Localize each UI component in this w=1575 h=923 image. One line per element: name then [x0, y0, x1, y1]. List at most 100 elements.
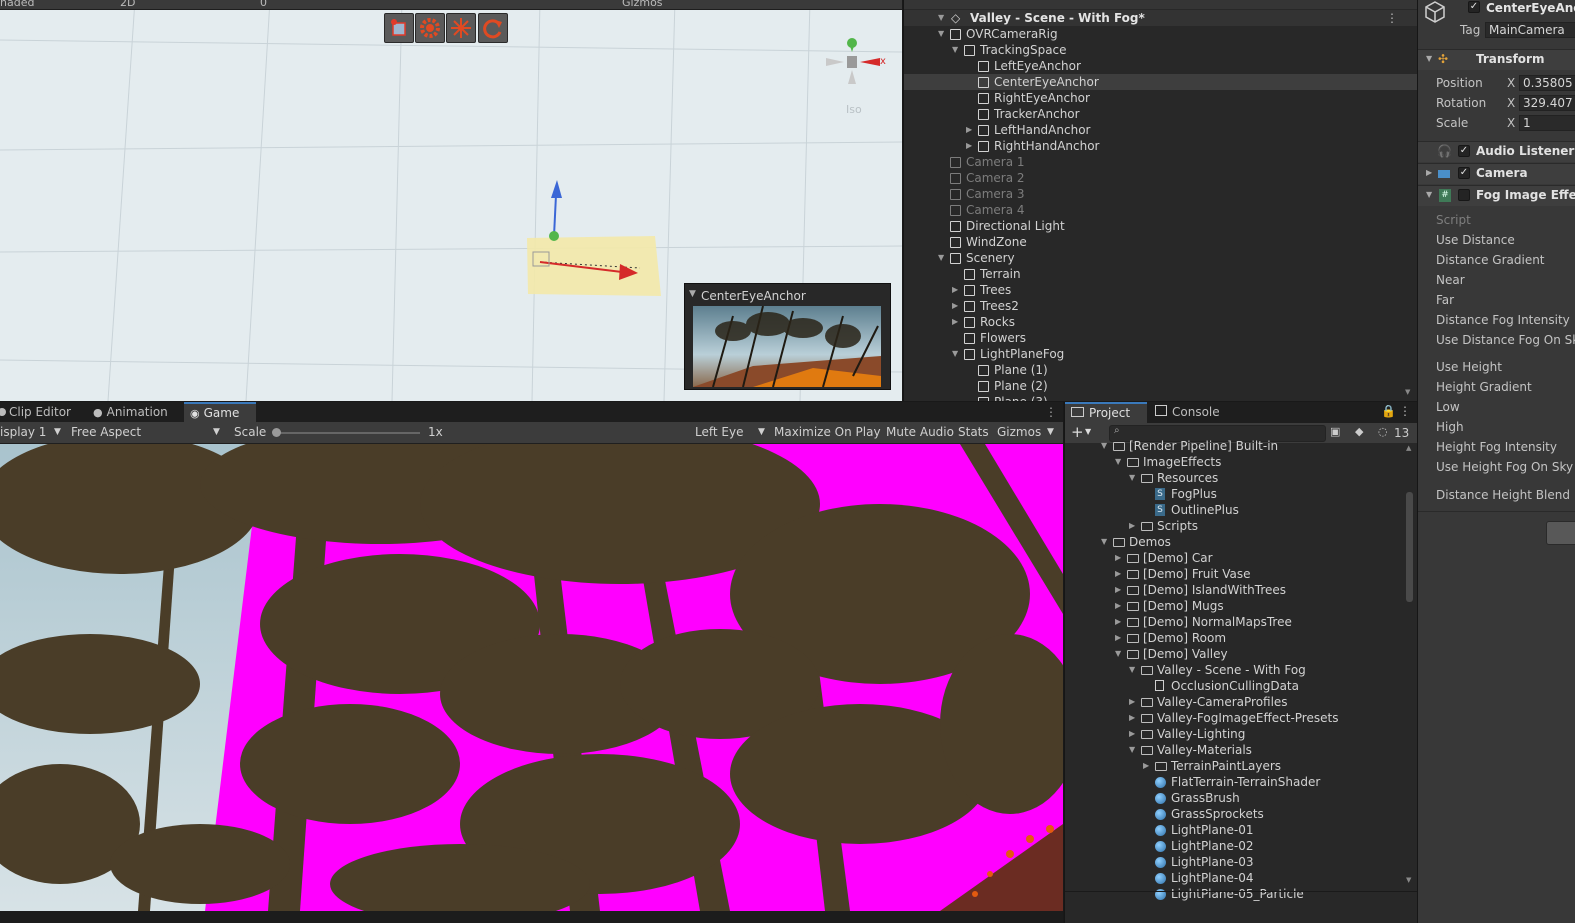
expand-arrow-icon[interactable]: ▶	[1129, 726, 1135, 742]
gizmos-dropdown[interactable]: Gizmos	[997, 425, 1041, 439]
chevron-down-icon[interactable]: ▼	[689, 289, 696, 299]
panel-menu-icon[interactable]: ⋮	[1399, 404, 1411, 418]
audio-listener-checkbox[interactable]: ✓	[1458, 145, 1470, 157]
expand-arrow-icon[interactable]: ▶	[1115, 566, 1121, 582]
collapse-arrow-icon[interactable]: ▼	[938, 250, 944, 266]
scene-view[interactable]: naded 2D 0 Gizmos x Iso ▼ CenterEyeAncho…	[0, 0, 902, 401]
expand-arrow-icon[interactable]: ▶	[1115, 598, 1121, 614]
collapse-arrow-icon[interactable]: ▼	[1115, 454, 1121, 470]
collapse-arrow-icon[interactable]: ▼	[952, 42, 958, 58]
expand-arrow-icon[interactable]: ▶	[1143, 758, 1149, 774]
hierarchy-item[interactable]: ▶ Rocks	[904, 314, 1417, 330]
scene-menu-icon[interactable]: ⋮	[1386, 10, 1398, 26]
scale-x-field[interactable]: 1	[1519, 115, 1575, 131]
aspect-dropdown[interactable]: Free Aspect	[71, 425, 141, 439]
hierarchy-item[interactable]: Camera 4	[904, 202, 1417, 218]
rotation-x-field[interactable]: 329.407	[1519, 95, 1575, 111]
label-tag-icon[interactable]: ◆	[1355, 425, 1363, 438]
collapse-arrow-icon[interactable]: ▼	[952, 346, 958, 362]
scroll-up-icon[interactable]: ▲	[1406, 444, 1411, 452]
expand-arrow-icon[interactable]: ▼	[938, 10, 944, 26]
hierarchy-item[interactable]: ▼ TrackingSpace	[904, 42, 1417, 58]
project-item[interactable]: ▼ ImageEffects	[1065, 454, 1405, 470]
expand-arrow-icon[interactable]: ▶	[1115, 550, 1121, 566]
tab-game[interactable]: ◉ Game	[184, 402, 256, 423]
project-item[interactable]: LightPlane-05_Particle	[1065, 886, 1405, 902]
project-item[interactable]: ▶ Scripts	[1065, 518, 1405, 534]
project-item[interactable]: ▶ [Demo] Mugs	[1065, 598, 1405, 614]
project-item[interactable]: ▼ [Demo] Valley	[1065, 646, 1405, 662]
scroll-down-icon[interactable]: ▼	[1405, 388, 1410, 396]
hierarchy-item[interactable]: Terrain	[904, 266, 1417, 282]
collapse-arrow-icon[interactable]: ▼	[1101, 534, 1107, 550]
project-item[interactable]: ▶ [Demo] NormalMapsTree	[1065, 614, 1405, 630]
collapse-arrow-icon[interactable]: ▼	[1115, 646, 1121, 662]
hierarchy-item[interactable]: RightEyeAnchor	[904, 90, 1417, 106]
fog-effect-checkbox[interactable]	[1458, 189, 1470, 201]
tab-project[interactable]: Project	[1065, 402, 1147, 423]
project-item[interactable]: ▼ [Render Pipeline] Built-in	[1065, 438, 1405, 454]
collapse-arrow-icon[interactable]: ▼	[1129, 742, 1135, 758]
rect-tool-button[interactable]	[384, 13, 414, 43]
project-item[interactable]: ▶ [Demo] Car	[1065, 550, 1405, 566]
expand-arrow-icon[interactable]: ▶	[1129, 694, 1135, 710]
project-item[interactable]: ▶ Valley-Lighting	[1065, 726, 1405, 742]
orientation-gizmo[interactable]: x	[822, 30, 898, 90]
gizmos-dropdown[interactable]: Gizmos	[622, 0, 663, 9]
expand-arrow-icon[interactable]: ▶	[952, 314, 958, 330]
hierarchy-item[interactable]: ▶ RightHandAnchor	[904, 138, 1417, 154]
collapse-arrow-icon[interactable]: ▼	[1426, 54, 1432, 63]
mute-audio-toggle[interactable]: Mute Audio	[886, 425, 954, 439]
project-item[interactable]: ▶ Valley-CameraProfiles	[1065, 694, 1405, 710]
hierarchy-item[interactable]: ▼ LightPlaneFog	[904, 346, 1417, 362]
scroll-down-icon[interactable]: ▼	[1406, 876, 1411, 884]
hierarchy-item[interactable]: ▼ Scenery	[904, 250, 1417, 266]
shading-mode-dropdown[interactable]: naded	[0, 0, 34, 9]
audio-listener-header[interactable]: 🎧 ✓ Audio Listener	[1418, 141, 1575, 162]
project-scrollbar[interactable]: ▲ ▼	[1405, 444, 1415, 884]
tab-animation[interactable]: ● Animation	[93, 402, 168, 423]
game-view[interactable]	[0, 444, 1063, 911]
project-item[interactable]: GrassSprockets	[1065, 806, 1405, 822]
project-item[interactable]: OcclusionCullingData	[1065, 678, 1405, 694]
hierarchy-item[interactable]: Plane (3)	[904, 394, 1417, 401]
hidden-eye-icon[interactable]: ◌	[1378, 425, 1388, 438]
tab-clip-editor[interactable]: Clip Editor	[0, 402, 71, 423]
project-item[interactable]: FlatTerrain-TerrainShader	[1065, 774, 1405, 790]
expand-arrow-icon[interactable]: ▶	[966, 138, 972, 154]
eye-dropdown[interactable]: Left Eye	[695, 425, 743, 439]
project-item[interactable]: GrassBrush	[1065, 790, 1405, 806]
expand-arrow-icon[interactable]: ▶	[1129, 710, 1135, 726]
transform-header[interactable]: ▼ ✣ Transform	[1418, 49, 1575, 70]
hierarchy-item[interactable]: Plane (2)	[904, 378, 1417, 394]
expand-arrow-icon[interactable]: ▶	[1115, 630, 1121, 646]
expand-arrow-icon[interactable]: ▶	[1115, 614, 1121, 630]
project-item[interactable]: ▼ Valley-Materials	[1065, 742, 1405, 758]
active-checkbox[interactable]: ✓	[1468, 1, 1480, 13]
collapse-arrow-icon[interactable]: ▼	[1426, 190, 1432, 199]
project-item[interactable]: ▼ Resources	[1065, 470, 1405, 486]
project-item[interactable]: ▼ Valley - Scene - With Fog	[1065, 662, 1405, 678]
hierarchy-item[interactable]: Camera 3	[904, 186, 1417, 202]
fog-effect-header[interactable]: ▼ # Fog Image Effe	[1418, 185, 1575, 206]
filter-type-icon[interactable]: ▣	[1330, 425, 1340, 438]
hierarchy-item[interactable]: ▼ OVRCameraRig	[904, 26, 1417, 42]
tab-console[interactable]: Console	[1155, 402, 1220, 423]
tag-dropdown[interactable]: MainCamera	[1485, 22, 1575, 38]
project-item[interactable]: S FogPlus	[1065, 486, 1405, 502]
scale-slider-handle[interactable]	[272, 428, 281, 437]
expand-arrow-icon[interactable]: ▶	[966, 122, 972, 138]
hierarchy-item[interactable]: WindZone	[904, 234, 1417, 250]
camera-checkbox[interactable]: ✓	[1458, 167, 1470, 179]
hierarchy-item[interactable]: Plane (1)	[904, 362, 1417, 378]
position-x-field[interactable]: 0.35805	[1519, 75, 1575, 91]
hierarchy-item[interactable]: ▶ Trees2	[904, 298, 1417, 314]
lock-icon[interactable]: 🔒	[1381, 404, 1396, 418]
fx-count[interactable]: 0	[260, 0, 267, 9]
expand-arrow-icon[interactable]: ▶	[952, 282, 958, 298]
project-item[interactable]: ▶ [Demo] Fruit Vase	[1065, 566, 1405, 582]
rotate-tool-button[interactable]	[478, 13, 508, 43]
panel-menu-icon[interactable]: ⋮	[1045, 402, 1057, 423]
collapse-arrow-icon[interactable]: ▼	[938, 26, 944, 42]
collapse-arrow-icon[interactable]: ▼	[1101, 438, 1107, 454]
